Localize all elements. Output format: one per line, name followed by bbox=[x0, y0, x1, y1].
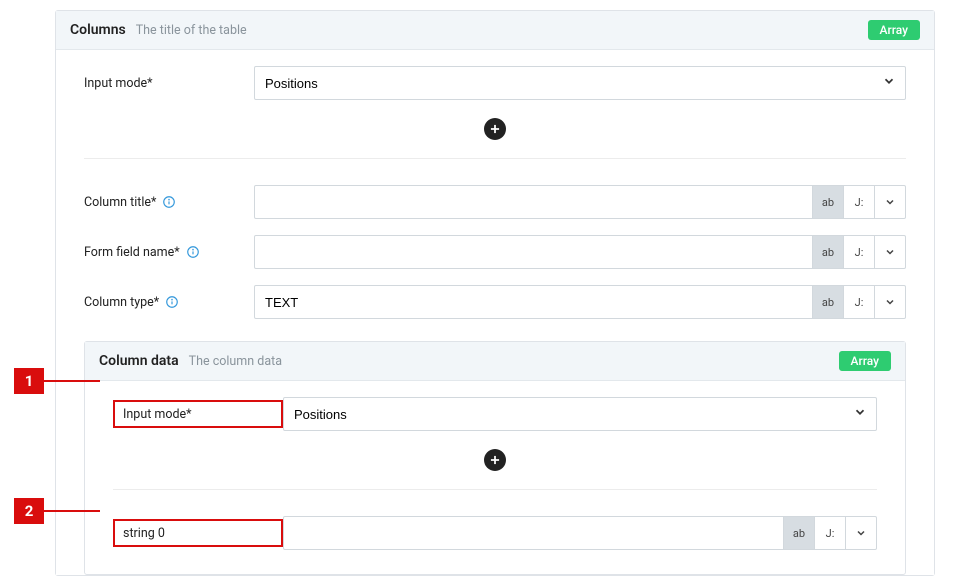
input-mode-select[interactable] bbox=[254, 66, 906, 100]
mode-ab-button[interactable]: ab bbox=[812, 235, 844, 269]
mode-j-button[interactable]: J: bbox=[843, 185, 875, 219]
form-field-name-ctrls: ab J: bbox=[813, 235, 906, 269]
column-type-ctrls: ab J: bbox=[813, 285, 906, 319]
mode-j-button[interactable]: J: bbox=[814, 516, 846, 550]
column-data-header: Column data The column data Array bbox=[85, 342, 905, 381]
annotation-line-2 bbox=[44, 510, 100, 512]
form-field-name-group: ab J: bbox=[254, 235, 906, 269]
column-data-body: Input mode* string 0 bbox=[85, 397, 905, 574]
info-icon[interactable] bbox=[162, 195, 176, 209]
nested-input-mode-row: Input mode* bbox=[85, 397, 905, 431]
string0-label: string 0 bbox=[113, 519, 283, 547]
options-dropdown-button[interactable] bbox=[874, 235, 906, 269]
string0-group: ab J: bbox=[283, 516, 877, 550]
annotation-marker-2: 2 bbox=[14, 498, 44, 524]
column-type-group: ab J: bbox=[254, 285, 906, 319]
array-badge: Array bbox=[868, 20, 921, 40]
add-button[interactable] bbox=[484, 118, 506, 140]
column-data-subtitle: The column data bbox=[189, 354, 282, 369]
add-row bbox=[56, 100, 934, 158]
form-field-name-row: Form field name* ab J: bbox=[56, 235, 934, 269]
mode-j-button[interactable]: J: bbox=[843, 235, 875, 269]
form-field-name-input[interactable] bbox=[254, 235, 814, 269]
mode-ab-button[interactable]: ab bbox=[812, 285, 844, 319]
column-title-ctrls: ab J: bbox=[813, 185, 906, 219]
column-data-title: Column data bbox=[99, 353, 179, 369]
string0-row: string 0 ab J: bbox=[85, 516, 905, 550]
mode-ab-button[interactable]: ab bbox=[812, 185, 844, 219]
mode-j-button[interactable]: J: bbox=[843, 285, 875, 319]
column-type-input[interactable] bbox=[254, 285, 814, 319]
input-mode-label: Input mode* bbox=[84, 76, 254, 91]
options-dropdown-button[interactable] bbox=[874, 185, 906, 219]
divider bbox=[113, 489, 877, 490]
annotation-line-1 bbox=[44, 380, 100, 382]
annotation-marker-1: 1 bbox=[14, 368, 44, 394]
string0-input[interactable] bbox=[283, 516, 785, 550]
array-badge: Array bbox=[839, 351, 892, 371]
info-icon[interactable] bbox=[165, 295, 179, 309]
column-title-input[interactable] bbox=[254, 185, 814, 219]
column-data-panel: Column data The column data Array Input … bbox=[84, 341, 906, 575]
nested-input-mode-select[interactable] bbox=[283, 397, 877, 431]
columns-panel: Columns The title of the table Array Inp… bbox=[55, 10, 935, 576]
columns-body: Input mode* Column title* bbox=[56, 66, 934, 575]
form-field-name-label: Form field name* bbox=[84, 245, 254, 260]
column-type-row: Column type* ab J: bbox=[56, 285, 934, 319]
columns-title: Columns bbox=[70, 22, 126, 38]
info-icon[interactable] bbox=[186, 245, 200, 259]
options-dropdown-button[interactable] bbox=[874, 285, 906, 319]
input-mode-value[interactable] bbox=[254, 66, 906, 100]
nested-add-row bbox=[85, 431, 905, 489]
columns-subtitle: The title of the table bbox=[136, 23, 247, 38]
input-mode-row: Input mode* bbox=[56, 66, 934, 100]
column-type-label: Column type* bbox=[84, 295, 254, 310]
mode-ab-button[interactable]: ab bbox=[783, 516, 815, 550]
nested-input-mode-label: Input mode* bbox=[113, 400, 283, 428]
columns-header: Columns The title of the table Array bbox=[56, 11, 934, 50]
nested-input-mode-value[interactable] bbox=[283, 397, 877, 431]
column-title-label: Column title* bbox=[84, 195, 254, 210]
column-title-row: Column title* ab J: bbox=[56, 185, 934, 219]
string0-ctrls: ab J: bbox=[784, 516, 877, 550]
column-title-group: ab J: bbox=[254, 185, 906, 219]
add-button[interactable] bbox=[484, 449, 506, 471]
options-dropdown-button[interactable] bbox=[845, 516, 877, 550]
divider bbox=[84, 158, 906, 159]
